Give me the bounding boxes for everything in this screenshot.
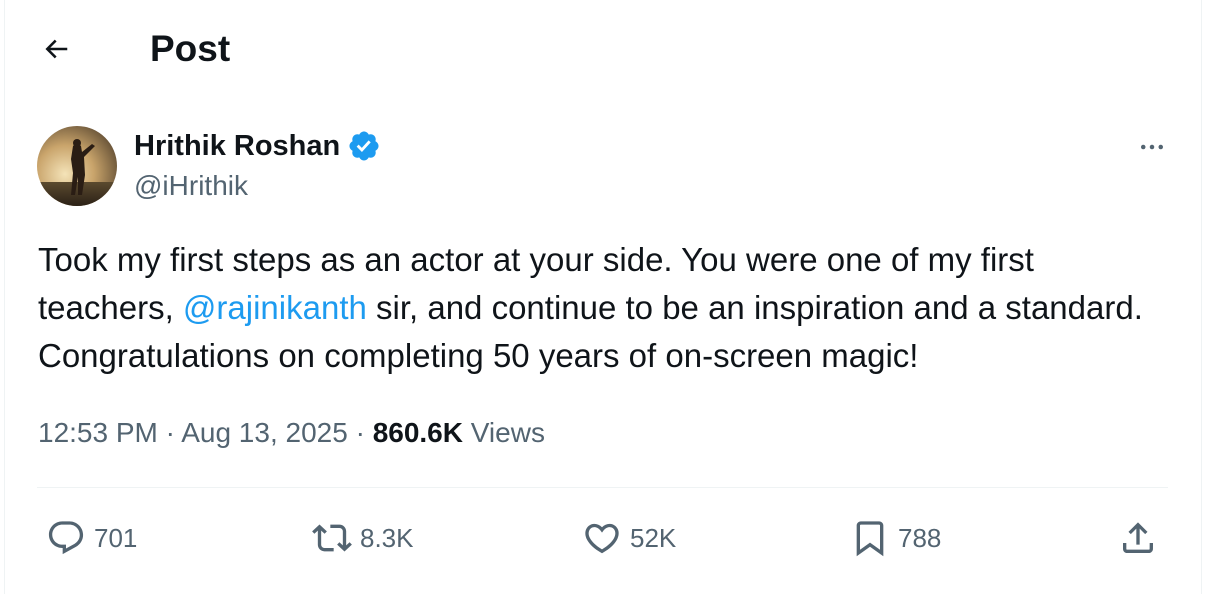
- reply-button[interactable]: 701: [46, 514, 137, 562]
- tweet-time[interactable]: 12:53 PM: [38, 417, 158, 448]
- tweet-date[interactable]: Aug 13, 2025: [181, 417, 348, 448]
- views-count: 860.6K: [372, 417, 463, 448]
- meta-separator: ·: [165, 417, 175, 448]
- mention-link[interactable]: @rajinikanth: [183, 289, 367, 326]
- bookmark-button[interactable]: 788: [850, 514, 941, 562]
- views-link[interactable]: 860.6K Views: [373, 417, 545, 448]
- tweet-text: Took my first steps as an actor at your …: [38, 236, 1178, 380]
- meta-separator: ·: [355, 417, 365, 448]
- bookmark-count: 788: [898, 523, 942, 553]
- bookmark-icon: [856, 521, 884, 557]
- back-button[interactable]: [34, 27, 78, 71]
- reply-icon: [48, 521, 84, 555]
- like-button[interactable]: 52K: [582, 514, 676, 562]
- like-count: 52K: [630, 523, 677, 553]
- more-options-button[interactable]: [1130, 130, 1174, 164]
- page-title: Post: [150, 28, 231, 69]
- avatar-image: [37, 126, 117, 206]
- arrow-left-icon: [45, 39, 68, 59]
- repost-icon: [312, 524, 352, 552]
- avatar[interactable]: [37, 126, 117, 206]
- views-label: Views: [470, 417, 545, 448]
- repost-count: 8.3K: [360, 523, 414, 553]
- author-name-row: Hrithik Roshan: [134, 128, 381, 164]
- author-handle[interactable]: @iHrithik: [134, 168, 248, 204]
- heart-icon: [585, 523, 619, 554]
- share-icon: [1123, 522, 1153, 553]
- tweet-meta: 12:53 PM · Aug 13, 2025 · 860.6K Views: [38, 413, 545, 453]
- divider: [37, 487, 1168, 488]
- verified-badge-icon: [349, 131, 379, 161]
- share-button[interactable]: [1118, 514, 1158, 562]
- repost-button[interactable]: 8.3K: [312, 514, 414, 562]
- more-icon: [1141, 144, 1163, 150]
- author-name[interactable]: Hrithik Roshan: [134, 128, 340, 164]
- reply-count: 701: [94, 523, 138, 553]
